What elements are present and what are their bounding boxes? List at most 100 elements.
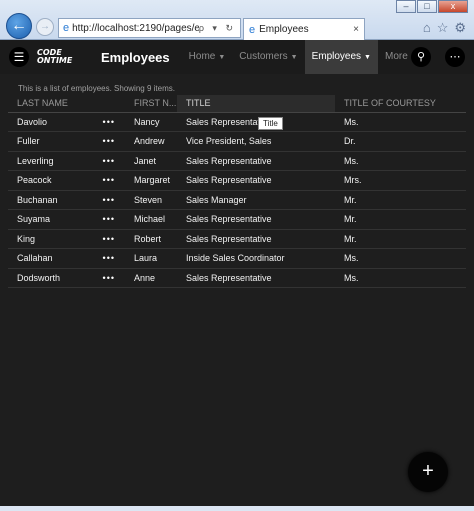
table-row[interactable]: Fuller ••• Andrew Vice President, Sales Dr. — [8, 131, 466, 152]
row-actions-icon[interactable]: ••• — [91, 190, 125, 210]
window-controls: – □ x — [395, 0, 468, 13]
cell-title-of-courtesy: Ms. — [335, 268, 466, 288]
row-actions-icon[interactable]: ••• — [91, 112, 125, 132]
chevron-down-icon: ▼ — [290, 54, 298, 61]
cell-title: Inside Sales Coordinator — [177, 248, 335, 269]
column-header-first-name[interactable]: FIRST N... — [125, 95, 177, 113]
cell-last-name: Leverling — [8, 151, 91, 171]
row-actions-icon[interactable]: ••• — [91, 151, 125, 171]
tab-ie-icon: e — [249, 23, 256, 36]
cell-last-name: Suyama — [8, 209, 91, 230]
cell-title: Sales Representative — [177, 209, 335, 230]
chevron-down-icon: ▼ — [218, 54, 226, 61]
cell-title-of-courtesy: Dr. — [335, 131, 466, 152]
row-actions-icon[interactable]: ••• — [91, 131, 125, 152]
table-row[interactable]: Leverling ••• Janet Sales Representative Ms. — [8, 151, 466, 171]
cell-first-name: Steven — [125, 190, 177, 210]
cell-title: Sales Representative — [177, 112, 335, 132]
employees-table: LAST NAME FIRST N... TITLE TITLE OF COUR… — [8, 95, 466, 288]
cell-last-name: Dodsworth — [8, 268, 91, 288]
tab-close-icon[interactable]: × — [353, 24, 364, 35]
cell-title-of-courtesy: Ms. — [335, 248, 466, 269]
add-new-button[interactable]: + — [408, 452, 448, 492]
page-title: Employees — [101, 49, 170, 65]
cell-first-name: Andrew — [125, 131, 177, 152]
table-row[interactable]: Suyama ••• Michael Sales Representative Mr. — [8, 209, 466, 230]
cell-first-name: Margaret — [125, 170, 177, 191]
table-row[interactable]: Buchanan ••• Steven Sales Manager Mr. — [8, 190, 466, 210]
row-actions-icon[interactable]: ••• — [91, 209, 125, 230]
forward-icon[interactable]: → — [36, 18, 54, 36]
menu-item-label: More — [384, 51, 408, 62]
cell-last-name: King — [8, 229, 91, 249]
close-window-button[interactable]: x — [438, 0, 468, 13]
settings-gear-icon[interactable]: ⚙ — [454, 20, 466, 36]
menu-item-label: Home — [188, 51, 216, 62]
cell-first-name: Laura — [125, 248, 177, 269]
row-actions-icon[interactable]: ••• — [91, 248, 125, 269]
browser-chrome: – □ x ← → e http://localhost:2190/pages/… — [0, 0, 474, 40]
column-tooltip: Title — [258, 117, 283, 130]
cell-title-of-courtesy: Ms. — [335, 151, 466, 171]
home-icon[interactable]: ⌂ — [423, 20, 431, 36]
cell-first-name: Janet — [125, 151, 177, 171]
minimize-button[interactable]: – — [396, 0, 416, 13]
hamburger-menu-icon[interactable]: ☰ — [9, 47, 29, 67]
app-bar: ☰ CODE ONTIME Employees Home ▼ Customers ▼… — [0, 40, 474, 74]
cell-title-of-courtesy: Ms. — [335, 112, 466, 132]
table-row[interactable]: Callahan ••• Laura Inside Sales Coordinator… — [8, 248, 466, 269]
menu-item-employees[interactable]: Employees ▼ — [304, 40, 378, 74]
grid-info-text: This is a list of employees. Showing 9 i… — [18, 84, 175, 93]
column-header-title[interactable]: TITLE — [177, 95, 335, 113]
column-header-last-name[interactable]: LAST NAME — [8, 95, 91, 113]
employees-grid-panel: This is a list of employees. Showing 9 i… — [8, 78, 466, 506]
search-icon[interactable]: ⚲ — [411, 47, 431, 67]
address-bar[interactable]: e http://localhost:2190/pages/emp ρ ▾ ↻ — [58, 18, 241, 38]
cell-title-of-courtesy: Mr. — [335, 229, 466, 249]
cell-title: Vice President, Sales — [177, 131, 335, 152]
cell-first-name: Michael — [125, 209, 177, 230]
cell-title: Sales Representative — [177, 170, 335, 191]
row-actions-icon[interactable]: ••• — [91, 170, 125, 191]
cell-title: Sales Representative — [177, 268, 335, 288]
table-header-row: LAST NAME FIRST N... TITLE TITLE OF COUR… — [8, 95, 466, 113]
menu-item-home[interactable]: Home ▼ — [182, 40, 233, 74]
ie-icon: e — [63, 22, 70, 34]
cell-last-name: Peacock — [8, 170, 91, 191]
cell-title: Sales Representative — [177, 229, 335, 249]
cell-last-name: Fuller — [8, 131, 91, 152]
address-controls[interactable]: ρ ▾ ↻ — [199, 23, 240, 34]
table-row[interactable]: Davolio ••• Nancy Sales Representative Ms. — [8, 112, 466, 132]
cell-title-of-courtesy: Mr. — [335, 190, 466, 210]
browser-toolbar-icons: ⌂ ☆ ⚙ — [423, 20, 466, 36]
favorites-star-icon[interactable]: ☆ — [437, 20, 449, 36]
cell-last-name: Buchanan — [8, 190, 91, 210]
cell-title: Sales Representative — [177, 151, 335, 171]
chevron-down-icon: ▼ — [364, 54, 371, 61]
row-actions-icon[interactable]: ••• — [91, 268, 125, 288]
column-header-title-of-courtesy[interactable]: TITLE OF COURTESY — [335, 95, 466, 113]
menu-item-customers[interactable]: Customers ▼ — [232, 40, 304, 74]
cell-title-of-courtesy: Mr. — [335, 209, 466, 230]
cell-title: Sales Manager — [177, 190, 335, 210]
cell-first-name: Robert — [125, 229, 177, 249]
table-row[interactable]: King ••• Robert Sales Representative Mr. — [8, 229, 466, 249]
back-icon[interactable]: ← — [6, 13, 32, 39]
window-bottom-frame — [0, 506, 474, 511]
cell-first-name: Nancy — [125, 112, 177, 132]
table-row[interactable]: Dodsworth ••• Anne Sales Representative Ms. — [8, 268, 466, 288]
address-url[interactable]: http://localhost:2190/pages/emp — [72, 23, 199, 34]
cell-first-name: Anne — [125, 268, 177, 288]
cell-last-name: Davolio — [8, 112, 91, 132]
app-bar-actions: ⚲ ⋯ — [411, 47, 465, 67]
browser-tab[interactable]: e Employees × — [243, 18, 365, 40]
row-actions-icon[interactable]: ••• — [91, 229, 125, 249]
table-row[interactable]: Peacock ••• Margaret Sales Representative Mr… — [8, 170, 466, 191]
maximize-button[interactable]: □ — [417, 0, 437, 13]
cell-last-name: Callahan — [8, 248, 91, 269]
app-logo: CODE ONTIME — [37, 49, 85, 65]
logo-line-2: ONTIME — [37, 56, 73, 65]
more-options-icon[interactable]: ⋯ — [445, 47, 465, 67]
column-header-actions — [91, 95, 125, 113]
menu-item-label: Customers — [239, 51, 288, 62]
